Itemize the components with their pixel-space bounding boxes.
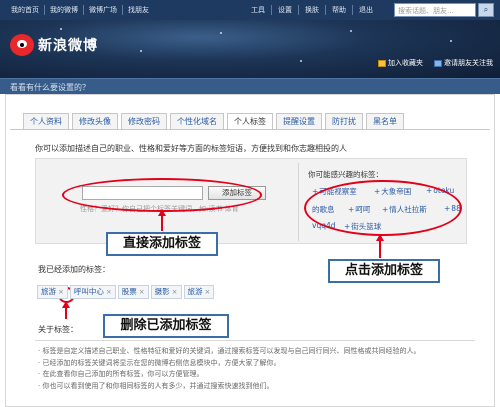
- tab-divider: [10, 129, 490, 130]
- about-tags-title: 关于标签：: [38, 325, 78, 334]
- star-decoration: [60, 28, 62, 30]
- weibo-eye-icon: [10, 34, 34, 56]
- tab-domain[interactable]: 个性化域名: [170, 113, 224, 129]
- added-tag[interactable]: 旅游 ×: [37, 285, 68, 299]
- menu-tools[interactable]: 工具: [245, 5, 272, 15]
- status-prompt: 看看有什么要设置的？: [10, 83, 90, 92]
- invite-friends-link[interactable]: 邀请朋友关注我: [434, 58, 493, 68]
- added-tags-list: 旅游 × 呼叫中心 × 股票 × 摄影 × 旅游 ×: [37, 285, 216, 300]
- about-bullet: · 标签是自定义描述自己职业、性格特征和爱好的关键词，通过搜索标签可以发现与自己…: [38, 347, 421, 355]
- star-decoration: [450, 40, 452, 42]
- callout-direct-add: 直接添加标签: [106, 232, 218, 256]
- nav-home[interactable]: 我的首页: [6, 5, 45, 15]
- tags-intro: 你可以添加描述自己的职业、性格和爱好等方面的标签短语，方便找到和你志趣相投的人: [35, 144, 347, 153]
- about-bullet: · 你也可以看到使用了和你相同标签的人有多少，并通过搜索快速找到他们。: [38, 381, 274, 390]
- added-tag[interactable]: 股票 ×: [117, 285, 149, 299]
- star-decoration: [300, 60, 302, 62]
- tab-avatar[interactable]: 修改头像: [72, 113, 118, 129]
- close-icon[interactable]: ×: [106, 286, 112, 298]
- arrow-shaft: [379, 240, 381, 258]
- suggestions-highlight-ellipse: [304, 180, 462, 236]
- weibo-logo[interactable]: 新浪微博: [10, 34, 98, 56]
- invite-friends-label: 邀请朋友关注我: [444, 59, 493, 67]
- settings-tabs: 个人资料 修改头像 修改密码 个性化域名 个人标签 提醒设置 防打扰 黑名单: [23, 113, 407, 130]
- envelope-icon: [434, 59, 442, 67]
- add-favorite-link[interactable]: 加入收藏夹: [378, 58, 423, 68]
- about-divider: [35, 340, 475, 341]
- add-favorite-label: 加入收藏夹: [388, 59, 423, 67]
- panel-divider: [298, 163, 299, 241]
- menu-settings[interactable]: 设置: [272, 5, 299, 15]
- nav-my-weibo[interactable]: 我的微博: [45, 5, 84, 15]
- input-highlight-ellipse: [62, 178, 262, 212]
- added-tag[interactable]: 呼叫中心 ×: [69, 285, 116, 299]
- added-tag[interactable]: 旅游 ×: [183, 285, 215, 299]
- close-icon[interactable]: ×: [139, 286, 145, 298]
- about-tags-list: · 标签是自定义描述自己职业、性格特征和爱好的关键词，通过搜索标签可以发现与自己…: [38, 346, 420, 392]
- star-decoration: [220, 32, 222, 34]
- tab-notifications[interactable]: 提醒设置: [276, 113, 322, 129]
- arrow-shaft: [161, 215, 163, 231]
- added-tags-title: 我已经添加的标签：: [38, 265, 110, 274]
- callout-delete: 删除已添加标签: [103, 314, 229, 338]
- tab-profile[interactable]: 个人资料: [23, 113, 69, 129]
- callout-click-add: 点击添加标签: [328, 259, 440, 283]
- about-bullet: · 已经添加的标签关键词将显示在您的微博右侧信息模块中，方便大家了解你。: [38, 358, 281, 367]
- search-input[interactable]: 搜索话题、朋友...: [394, 3, 476, 17]
- tab-password[interactable]: 修改密码: [121, 113, 167, 129]
- arrow-shaft: [65, 307, 67, 319]
- tab-anti-disturb[interactable]: 防打扰: [325, 113, 363, 129]
- added-tag[interactable]: 摄影 ×: [150, 285, 182, 299]
- banner: 新浪微博 加入收藏夹 邀请朋友关注我: [0, 20, 500, 78]
- close-icon[interactable]: ×: [205, 286, 211, 298]
- tab-blacklist[interactable]: 黑名单: [366, 113, 404, 129]
- close-icon[interactable]: ×: [58, 286, 64, 298]
- suggested-tags-title: 你可能感兴趣的标签：: [308, 170, 383, 179]
- menu-logout[interactable]: 退出: [353, 5, 379, 15]
- star-decoration: [350, 30, 352, 32]
- top-right-menu: 工具 设置 换肤 帮助 退出: [245, 5, 379, 15]
- nav-find-friends[interactable]: 找朋友: [123, 5, 154, 15]
- search-icon[interactable]: ⌕: [478, 3, 494, 17]
- star-icon: [378, 59, 386, 67]
- status-prompt-bar: 看看有什么要设置的？: [0, 78, 500, 94]
- tab-personal-tags[interactable]: 个人标签: [227, 113, 273, 130]
- menu-skin[interactable]: 换肤: [299, 5, 326, 15]
- menu-help[interactable]: 帮助: [326, 5, 353, 15]
- nav-square[interactable]: 微博广场: [84, 5, 123, 15]
- star-decoration: [140, 50, 142, 52]
- close-icon[interactable]: ×: [172, 286, 178, 298]
- top-nav: 我的首页 我的微博 微博广场 找朋友: [6, 5, 154, 15]
- logo-text: 新浪微博: [38, 38, 98, 54]
- top-navigation-bar: 我的首页 我的微博 微博广场 找朋友 工具 设置 换肤 帮助 退出 搜索话题、朋…: [0, 0, 500, 20]
- about-bullet: · 在此查看你自己添加的所有标签，你可以方便管理。: [38, 370, 204, 378]
